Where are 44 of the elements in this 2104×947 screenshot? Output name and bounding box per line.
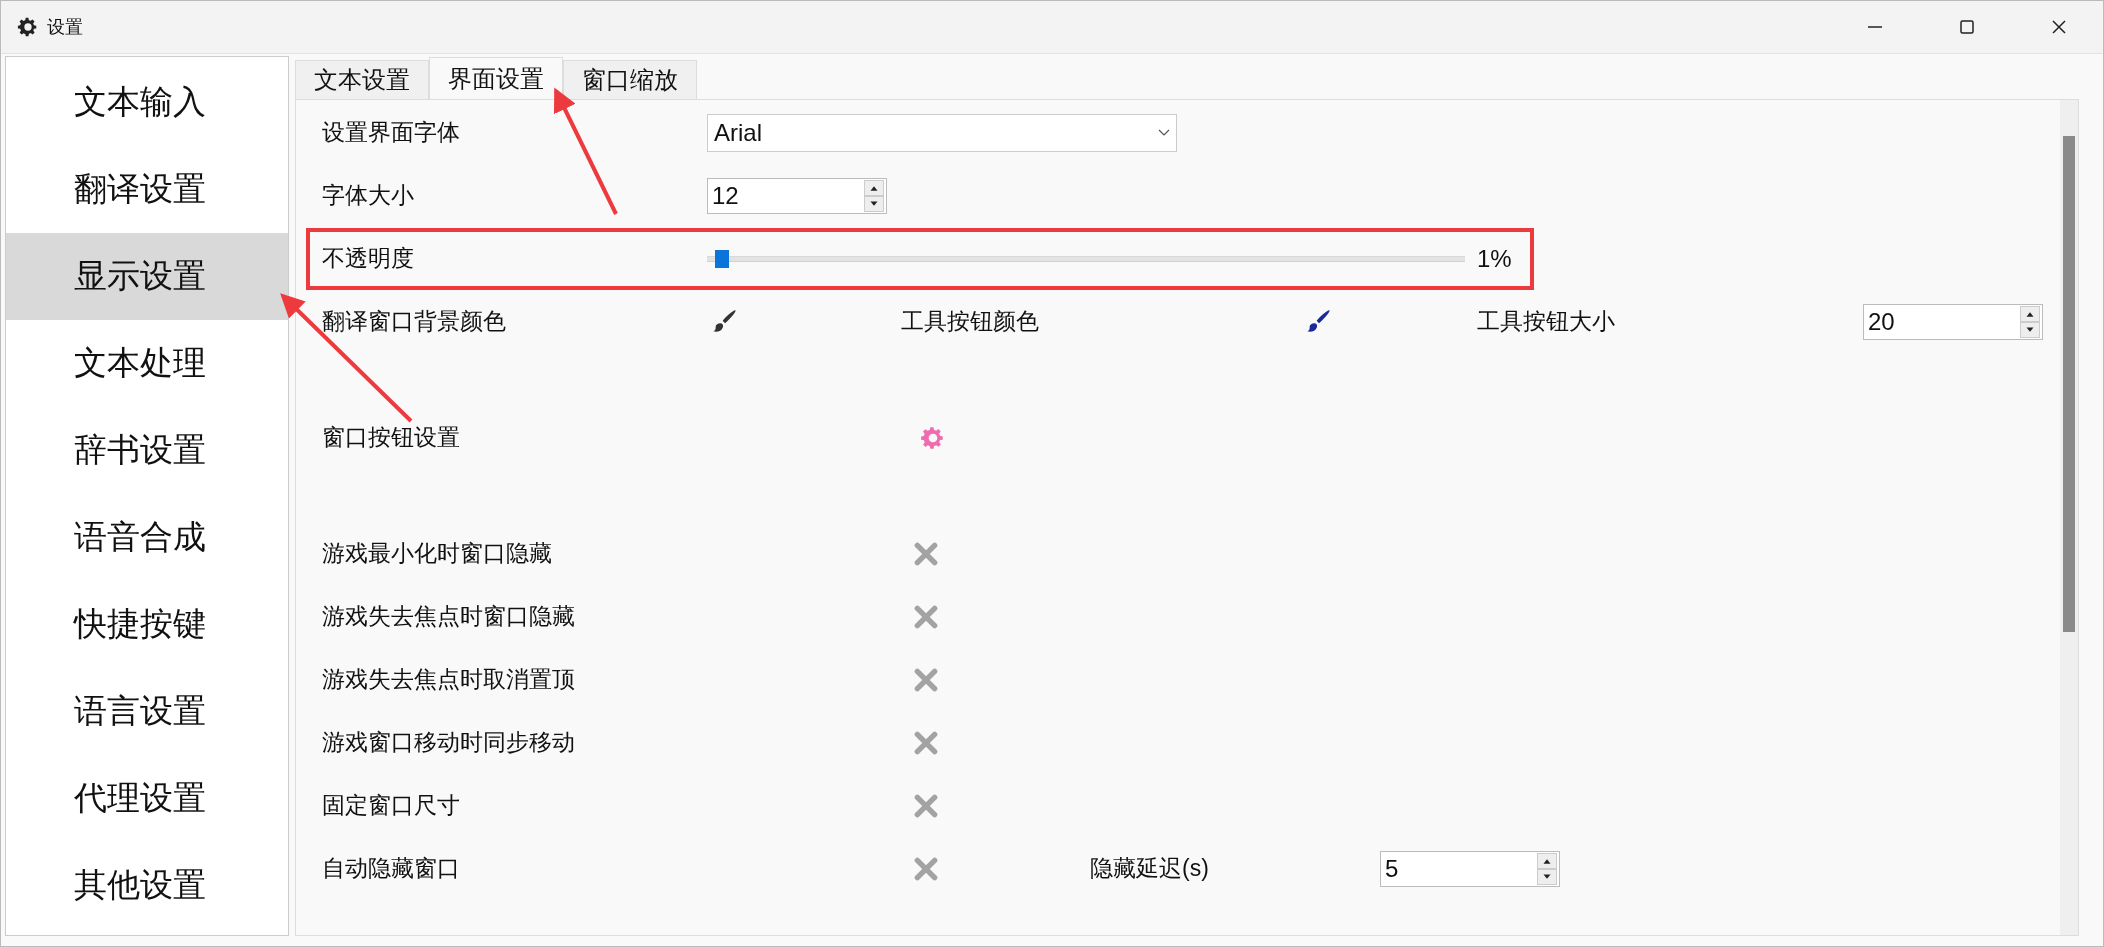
cross-icon[interactable] — [913, 540, 939, 567]
gear-icon — [17, 16, 39, 38]
sidebar-item[interactable]: 语言设置 — [6, 668, 288, 755]
setting-label: 自动隐藏窗口 — [322, 855, 461, 883]
setting-label: 工具按钮大小 — [1477, 308, 1616, 336]
tab[interactable]: 文本设置 — [295, 60, 429, 99]
sidebar-item[interactable]: 其他设置 — [6, 842, 288, 929]
cross-icon[interactable] — [913, 603, 939, 630]
setting-label: 游戏窗口移动时同步移动 — [322, 729, 576, 757]
setting-label: 工具按钮颜色 — [901, 308, 1040, 336]
tab[interactable]: 界面设置 — [429, 57, 563, 99]
sidebar-item[interactable]: 辞书设置 — [6, 407, 288, 494]
sidebar-item[interactable]: 翻译设置 — [6, 146, 288, 233]
cross-icon[interactable] — [913, 792, 939, 819]
number-field[interactable]: 5 — [1380, 850, 1560, 887]
setting-label: 翻译窗口背景颜色 — [322, 308, 507, 336]
sidebar-item[interactable]: 代理设置 — [6, 755, 288, 842]
opacity-value: 1% — [1477, 244, 1512, 273]
font-dropdown[interactable]: Arial — [707, 113, 1177, 152]
sidebar-item[interactable]: 显示设置 — [6, 233, 288, 320]
sidebar-item[interactable]: 语音合成 — [6, 494, 288, 581]
cross-icon[interactable] — [913, 666, 939, 693]
sidebar-item[interactable]: 文本输入 — [6, 59, 288, 146]
window-title: 设置 — [47, 15, 83, 39]
setting-label: 固定窗口尺寸 — [322, 792, 461, 820]
setting-label: 隐藏延迟(s) — [1090, 854, 1210, 883]
scrollbar-thumb[interactable] — [2063, 136, 2075, 632]
slider-thumb[interactable] — [714, 249, 729, 268]
cross-icon[interactable] — [913, 855, 939, 882]
setting-label: 不透明度 — [322, 245, 415, 273]
setting-label: 设置界面字体 — [322, 119, 461, 147]
tab[interactable]: 窗口缩放 — [563, 60, 697, 99]
sidebar-item[interactable]: 快捷按键 — [6, 581, 288, 668]
sidebar-item[interactable]: 文本处理 — [6, 320, 288, 407]
setting-label: 游戏失去焦点时窗口隐藏 — [322, 603, 576, 631]
setting-label: 游戏最小化时窗口隐藏 — [322, 540, 553, 568]
number-field[interactable]: 20 — [1863, 303, 2043, 340]
setting-label: 字体大小 — [322, 182, 415, 210]
chevron-down-icon — [1158, 128, 1170, 137]
setting-label: 窗口按钮设置 — [322, 424, 461, 452]
gear-icon[interactable] — [920, 424, 946, 451]
setting-label: 游戏失去焦点时取消置顶 — [322, 666, 576, 694]
cross-icon[interactable] — [913, 729, 939, 756]
number-field[interactable]: 12 — [707, 177, 887, 214]
